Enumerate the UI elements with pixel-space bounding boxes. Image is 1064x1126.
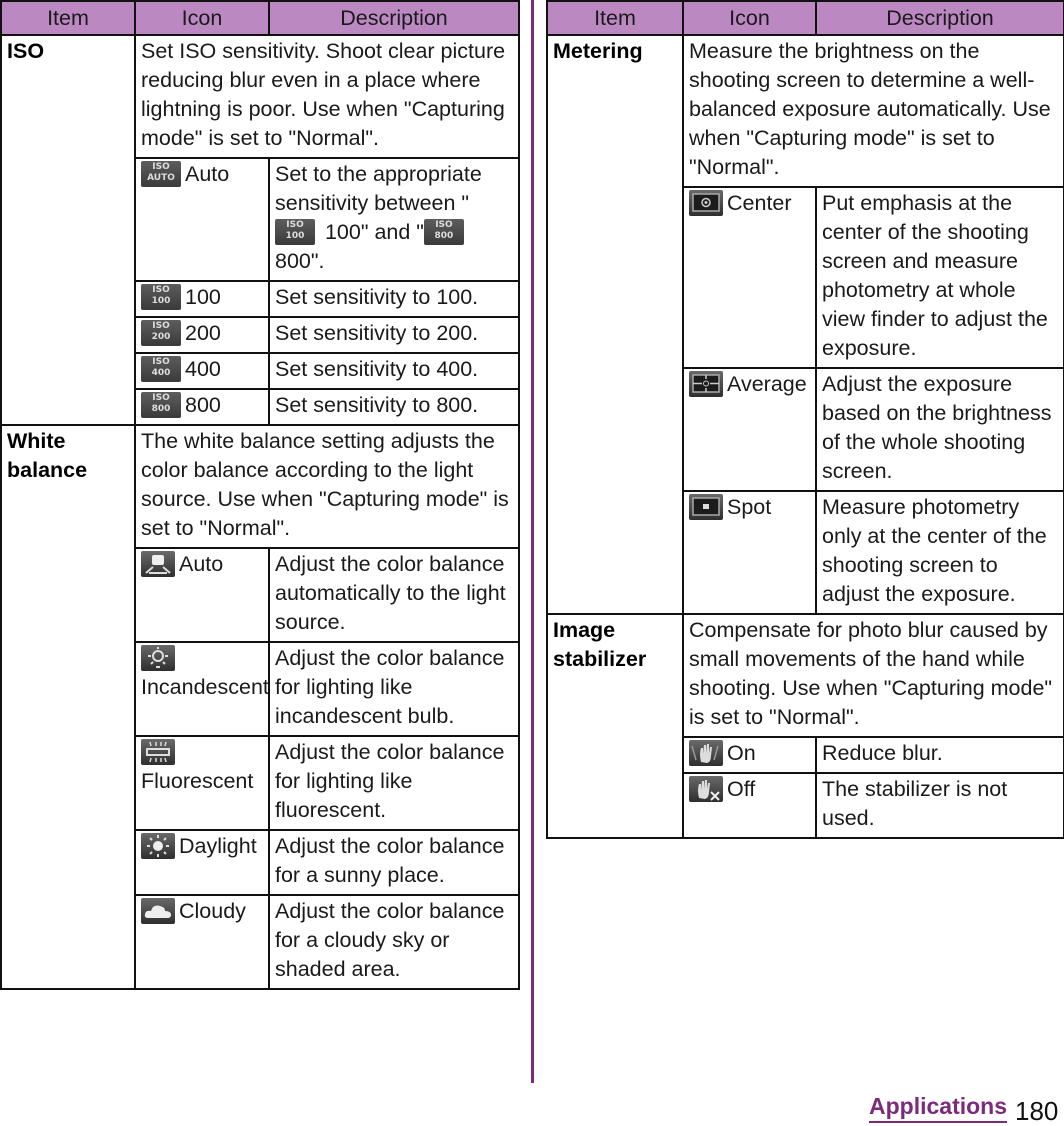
iso-description: Set ISO sensitivity. Shoot clear picture… <box>134 34 520 159</box>
header-description: Description <box>268 0 520 36</box>
option-label: Off <box>727 777 756 801</box>
option-stabilizer-off: Off <box>682 772 817 839</box>
option-iso-100: ISO 100 100 <box>134 280 270 318</box>
settings-table-right: Item Icon Description Metering Measure t… <box>546 0 1064 839</box>
option-wb-daylight: Daylight <box>134 829 270 896</box>
table-row: Metering Measure the brightness on the s… <box>546 34 1064 615</box>
stabilizer-on-icon <box>689 740 723 766</box>
white-balance-description: The white balance setting adjusts the co… <box>134 424 520 549</box>
option-description: The stabilizer is not used. <box>815 772 1064 839</box>
option-description: Set sensitivity to 800. <box>268 388 520 426</box>
iso-200-icon: ISO 200 <box>141 320 181 346</box>
option-label: 800 <box>185 393 221 417</box>
table-header-row: Item Icon Description <box>0 0 520 36</box>
option-description: Measure photometry only at the center of… <box>815 490 1064 615</box>
image-stabilizer-description: Compensate for photo blur caused by smal… <box>682 613 1064 738</box>
metering-description: Measure the brightness on the shooting s… <box>682 34 1064 188</box>
option-description: Set to the appropriate sensitivity betwe… <box>268 157 520 282</box>
iso-800-icon: ISO 800 <box>423 219 464 245</box>
iso-400-icon: ISO 400 <box>141 356 181 382</box>
option-description: Reduce blur. <box>815 736 1064 774</box>
option-label: Center <box>727 191 792 215</box>
option-description: Adjust the color balance for lighting li… <box>268 735 520 831</box>
spot-metering-icon <box>689 494 723 520</box>
table-row: Image stabilizer Compensate for photo bl… <box>546 613 1064 839</box>
option-stabilizer-on: On <box>682 736 817 774</box>
table-row: White balance The white balance setting … <box>0 424 520 990</box>
option-description: Adjust the exposure based on the brightn… <box>815 367 1064 492</box>
sun-icon <box>141 833 175 859</box>
header-item: Item <box>0 0 136 36</box>
option-label: Auto <box>185 162 230 186</box>
iso-100-icon: ISO 100 <box>141 284 181 310</box>
option-wb-fluorescent: Fluorescent <box>134 735 270 831</box>
iso-100-icon: ISO 100 <box>275 219 315 245</box>
option-label: Average <box>727 372 807 396</box>
wb-auto-icon <box>141 551 175 577</box>
option-description: Put emphasis at the center of the shooti… <box>815 186 1064 369</box>
option-description: Adjust the color balance for a cloudy sk… <box>268 894 520 990</box>
option-iso-400: ISO 400 400 <box>134 352 270 390</box>
option-iso-auto: ISO AUTO Auto <box>134 157 270 282</box>
option-label: 200 <box>185 321 221 345</box>
average-metering-icon <box>689 371 723 397</box>
iso-800-icon: ISO 800 <box>141 392 181 418</box>
option-description: Adjust the color balance for lighting li… <box>268 641 520 737</box>
section-title-link[interactable]: Applications <box>869 1093 1008 1123</box>
option-label: Cloudy <box>179 899 246 923</box>
option-wb-cloudy: Cloudy <box>134 894 270 990</box>
item-iso: ISO <box>0 34 136 426</box>
option-label: 100 <box>185 285 221 309</box>
center-metering-icon <box>689 190 723 216</box>
iso-auto-icon: ISO AUTO <box>141 161 181 187</box>
option-description: Adjust the color balance automatically t… <box>268 547 520 643</box>
column-divider <box>531 0 534 1083</box>
header-icon: Icon <box>134 0 270 36</box>
option-label: 400 <box>185 357 221 381</box>
option-label: Auto <box>179 552 224 576</box>
header-description: Description <box>815 0 1064 36</box>
option-metering-spot: Spot <box>682 490 817 615</box>
option-wb-incandescent: Incandescent <box>134 641 270 737</box>
option-label: Daylight <box>179 834 257 858</box>
header-item: Item <box>546 0 684 36</box>
option-description: Set sensitivity to 100. <box>268 280 520 318</box>
option-iso-200: ISO 200 200 <box>134 316 270 354</box>
option-metering-center: Center <box>682 186 817 369</box>
option-label: On <box>727 741 756 765</box>
option-iso-800: ISO 800 800 <box>134 388 270 426</box>
option-description: Set sensitivity to 400. <box>268 352 520 390</box>
item-image-stabilizer: Image stabilizer <box>546 613 684 839</box>
option-description: Adjust the color balance for a sunny pla… <box>268 829 520 896</box>
page-number: 180 <box>1015 1096 1059 1126</box>
option-label: Fluorescent <box>141 769 254 793</box>
cloud-icon <box>141 898 175 924</box>
option-wb-auto: Auto <box>134 547 270 643</box>
header-icon: Icon <box>682 0 817 36</box>
table-row: ISO Set ISO sensitivity. Shoot clear pic… <box>0 34 520 426</box>
option-metering-average: Average <box>682 367 817 492</box>
option-label: Spot <box>727 495 772 519</box>
item-white-balance: White balance <box>0 424 136 990</box>
stabilizer-off-icon <box>689 776 723 802</box>
fluorescent-lamp-icon <box>141 739 175 765</box>
option-description: Set sensitivity to 200. <box>268 316 520 354</box>
table-header-row: Item Icon Description <box>546 0 1064 36</box>
settings-table-left: Item Icon Description ISO Set ISO sensit… <box>0 0 520 990</box>
option-label: Incandescent <box>141 675 269 699</box>
incandescent-bulb-icon <box>141 645 175 671</box>
item-metering: Metering <box>546 34 684 615</box>
